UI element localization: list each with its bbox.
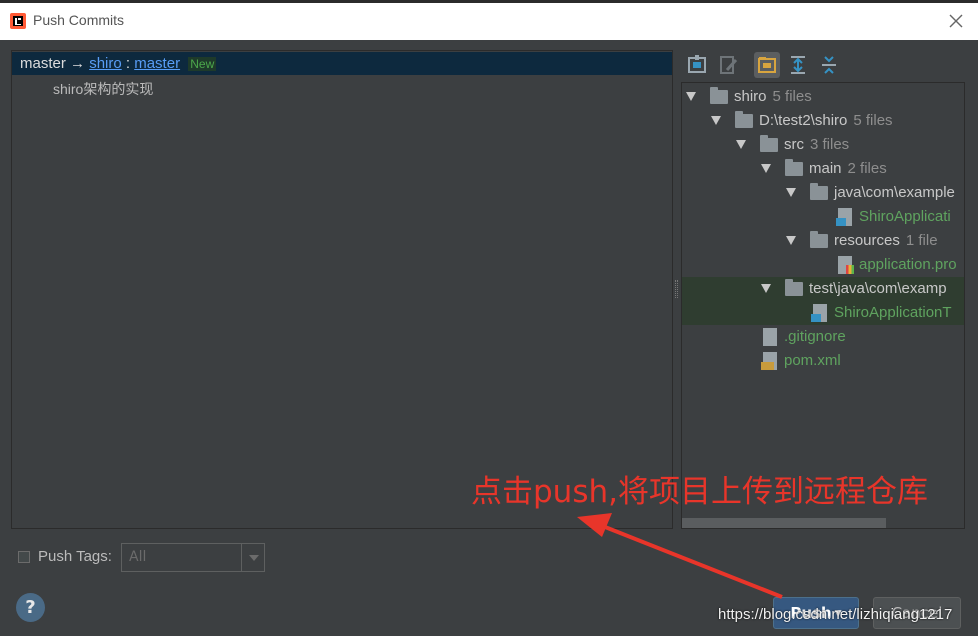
push-tags-select[interactable]: All	[121, 543, 265, 572]
tree-node-label: resources	[834, 232, 900, 249]
new-branch-badge: New	[188, 57, 217, 71]
tree-file-label: .gitignore	[784, 328, 846, 345]
changed-files-tree: shiro 5 files D:\test2\shiro 5 files src 3 …	[681, 82, 965, 529]
close-icon[interactable]	[948, 13, 964, 29]
expand-arrow-icon[interactable]	[786, 236, 796, 245]
chevron-down-icon[interactable]	[241, 544, 264, 571]
tree-node-label: test\java\com\examp	[809, 280, 947, 297]
title-bar: Push Commits	[0, 0, 978, 40]
tree-file-pom-xml[interactable]: pom.xml	[682, 349, 964, 373]
tree-node-project[interactable]: shiro 5 files	[682, 85, 964, 109]
remote-branch-link[interactable]: master	[134, 55, 180, 72]
tree-node-main[interactable]: main 2 files	[682, 157, 964, 181]
expand-arrow-icon[interactable]	[761, 164, 771, 173]
expand-arrow-icon[interactable]	[786, 188, 796, 197]
tree-file-label: ShiroApplicationT	[834, 304, 952, 321]
tree-node-label: shiro	[734, 88, 767, 105]
group-by-directory-icon[interactable]	[754, 52, 780, 78]
expand-arrow-icon[interactable]	[761, 284, 771, 293]
tree-node-count: 5 files	[772, 88, 812, 105]
collapse-all-icon[interactable]	[816, 52, 842, 78]
tree-file-application-properties[interactable]: application.pro	[682, 253, 964, 277]
tree-node-java-package[interactable]: java\com\example	[682, 181, 964, 205]
text-file-icon	[763, 328, 777, 346]
push-tags-select-value: All	[129, 549, 147, 565]
tree-file-shiro-application[interactable]: ShiroApplicati	[682, 205, 964, 229]
remote-separator: :	[125, 55, 131, 72]
package-folder-icon	[785, 279, 803, 296]
tree-node-label: main	[809, 160, 842, 177]
tree-file-label: application.pro	[859, 256, 957, 273]
project-folder-icon	[710, 87, 728, 104]
splitter-handle[interactable]	[675, 280, 678, 298]
intellij-app-icon	[10, 13, 26, 29]
properties-file-icon	[838, 256, 854, 274]
local-branch: master	[20, 55, 66, 72]
java-class-icon	[836, 208, 852, 226]
tree-node-label: java\com\example	[834, 184, 955, 201]
tree-node-count: 2 files	[847, 160, 887, 177]
folder-icon	[760, 135, 778, 152]
help-button[interactable]: ?	[16, 593, 45, 622]
show-diff-icon[interactable]	[684, 52, 710, 78]
java-class-icon	[811, 304, 827, 322]
annotation-text: 点击push,将项目上传到远程仓库	[471, 474, 928, 510]
push-arrow: →	[70, 55, 86, 72]
folder-icon	[735, 111, 753, 128]
commit-item[interactable]: shiro架构的实现	[53, 79, 153, 99]
tree-node-root-path[interactable]: D:\test2\shiro 5 files	[682, 109, 964, 133]
remote-link[interactable]: shiro	[89, 55, 122, 72]
push-tags-checkbox[interactable]	[18, 551, 30, 563]
folder-icon	[785, 159, 803, 176]
tree-node-count: 5 files	[853, 112, 893, 129]
window-title: Push Commits	[33, 12, 125, 28]
tree-file-label: ShiroApplicati	[859, 208, 951, 225]
horizontal-scrollbar[interactable]	[682, 518, 886, 528]
package-folder-icon	[810, 183, 828, 200]
tree-node-resources[interactable]: resources 1 file	[682, 229, 964, 253]
watermark: https://blog.csdn.net/lizhiqiang1217	[718, 606, 953, 623]
tree-node-label: src	[784, 136, 804, 153]
expand-arrow-icon[interactable]	[736, 140, 746, 149]
xml-file-icon	[761, 352, 777, 370]
commits-panel: master → shiro : master New shiro架构的实现	[11, 50, 673, 529]
changes-toolbar	[684, 50, 844, 80]
tree-file-gitignore[interactable]: .gitignore	[682, 325, 964, 349]
branch-push-header[interactable]: master → shiro : master New	[12, 52, 672, 75]
expand-arrow-icon[interactable]	[711, 116, 721, 125]
push-tags-label: Push Tags:	[38, 548, 112, 565]
tree-node-src[interactable]: src 3 files	[682, 133, 964, 157]
tree-node-count: 3 files	[810, 136, 850, 153]
folder-icon	[810, 231, 828, 248]
edit-source-icon[interactable]	[715, 52, 741, 78]
tree-file-shiro-application-tests[interactable]: ShiroApplicationT	[682, 301, 964, 325]
tree-node-count: 1 file	[905, 232, 938, 249]
expand-all-icon[interactable]	[785, 52, 811, 78]
tree-node-test-package[interactable]: test\java\com\examp	[682, 277, 964, 301]
tree-node-label: D:\test2\shiro	[759, 112, 848, 129]
tree-file-label: pom.xml	[784, 352, 841, 369]
expand-arrow-icon[interactable]	[686, 92, 696, 101]
